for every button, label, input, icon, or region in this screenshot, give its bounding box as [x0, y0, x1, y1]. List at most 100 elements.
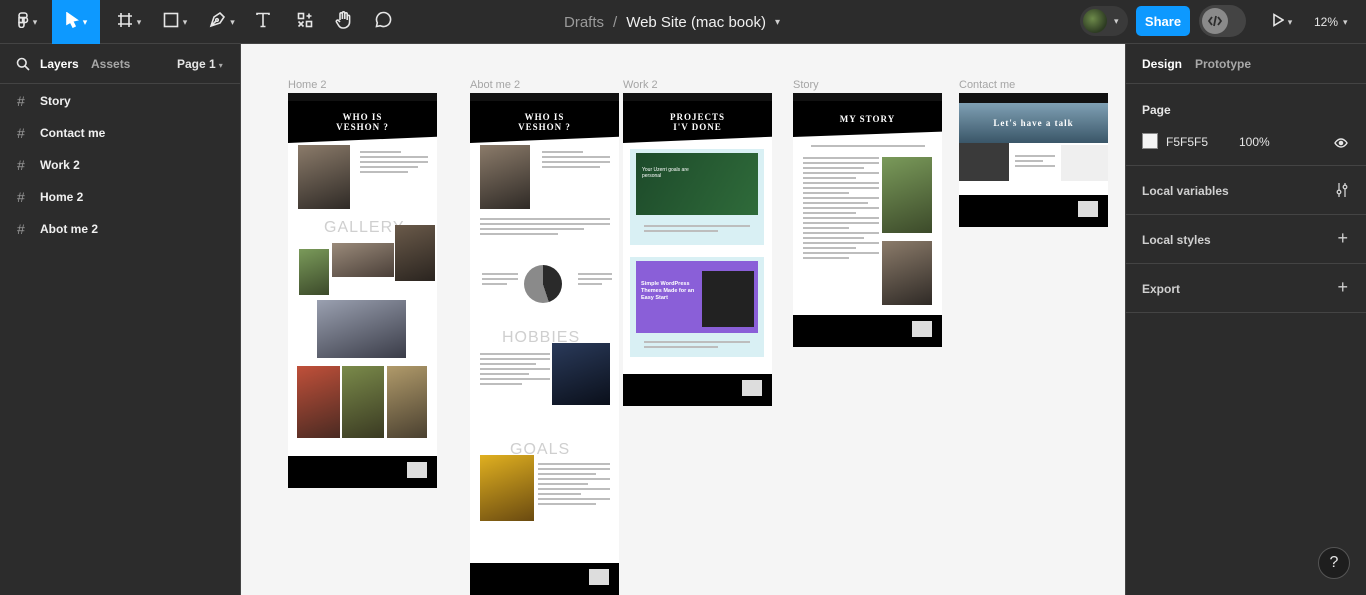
profile-photo	[298, 145, 350, 209]
layer-item-abot-me-2[interactable]: # Abot me 2	[0, 213, 240, 245]
footer-logo	[589, 569, 609, 585]
chevron-down-icon: ▾	[1343, 16, 1348, 27]
footer	[959, 195, 1108, 227]
chevron-down-icon: ▾	[1114, 15, 1119, 26]
footer	[623, 374, 772, 406]
search-icon[interactable]	[16, 57, 30, 76]
project-2-heading: Simple WordPress Themes Made for an Easy…	[641, 281, 695, 301]
page-color-swatch[interactable]	[1142, 133, 1158, 149]
layer-name: Abot me 2	[40, 222, 99, 236]
footer	[288, 456, 437, 488]
skills-text	[578, 273, 612, 288]
footer	[470, 563, 619, 595]
hero-banner: WHO IS VESHON ?	[288, 101, 437, 143]
layer-item-home-2[interactable]: # Home 2	[0, 181, 240, 213]
frame-story[interactable]: MY STORY	[793, 93, 942, 347]
frame-icon: #	[17, 125, 25, 141]
layer-item-story[interactable]: # Story	[0, 85, 240, 117]
play-icon	[1272, 12, 1285, 32]
page-opacity-value[interactable]: 100%	[1239, 135, 1270, 149]
chevron-down-icon: ▾	[1287, 16, 1293, 27]
frame-contact-me[interactable]: Let's have a talk	[959, 93, 1108, 227]
frame-abot-me-2[interactable]: WHO IS VESHON ? HOBBIES GOALS	[470, 93, 619, 595]
panel-tabs: Layers Assets Page 1 ▾	[0, 44, 240, 84]
info-columns	[480, 218, 610, 238]
layer-name: Work 2	[40, 158, 80, 172]
meet-us-text	[1015, 155, 1055, 170]
add-style-icon[interactable]: +	[1337, 229, 1348, 247]
canvas[interactable]: Home 2 WHO IS VESHON ? GALLERY Abot me 2…	[241, 44, 1125, 595]
zoom-control[interactable]: 12% ▾	[1314, 0, 1348, 44]
user-avatar-button[interactable]: ▾	[1080, 6, 1128, 36]
resources-icon	[297, 12, 313, 33]
frame-label-abot-me-2[interactable]: Abot me 2	[470, 79, 520, 91]
layer-name: Story	[40, 94, 71, 108]
story-photo	[882, 157, 932, 233]
layer-item-contact-me[interactable]: # Contact me	[0, 117, 240, 149]
help-button[interactable]: ?	[1318, 547, 1350, 579]
tab-layers[interactable]: Layers	[40, 57, 79, 71]
project-2-mockup	[702, 271, 754, 327]
avatar	[1083, 9, 1107, 33]
project-2-caption	[644, 341, 750, 351]
tab-prototype[interactable]: Prototype	[1195, 57, 1251, 71]
frame-label-story[interactable]: Story	[793, 79, 819, 91]
gallery-photo	[297, 366, 340, 438]
tab-assets[interactable]: Assets	[91, 57, 130, 71]
contact-photo	[959, 143, 1009, 181]
chevron-down-icon: ▾	[136, 16, 142, 27]
hand-tool-icon	[335, 10, 352, 34]
breadcrumb-drafts[interactable]: Drafts	[564, 14, 604, 31]
story-text	[803, 157, 879, 262]
export-section[interactable]: Export +	[1126, 264, 1366, 313]
shape-tool-button[interactable]: ▾	[158, 0, 192, 44]
chevron-down-icon[interactable]: ▾	[775, 17, 780, 28]
hero-title: PROJECTS I'V DONE	[669, 111, 725, 132]
project-card-1: Your Uzerri goals are personal	[630, 149, 764, 245]
file-title[interactable]: Drafts / Web Site (mac book) ▾	[564, 0, 780, 44]
frame-label-work-2[interactable]: Work 2	[623, 79, 658, 91]
hand-tool-button[interactable]	[332, 0, 354, 44]
pen-tool-button[interactable]: ▾	[204, 0, 240, 44]
move-tool-button[interactable]: ▾	[52, 0, 100, 44]
story-photo	[882, 241, 932, 305]
eye-icon[interactable]	[1334, 135, 1348, 153]
hero-banner: WHO IS VESHON ?	[470, 101, 619, 143]
add-export-icon[interactable]: +	[1337, 278, 1348, 296]
figma-menu-button[interactable]: ▾	[12, 0, 42, 44]
text-tool-button[interactable]	[252, 0, 274, 44]
chevron-down-icon: ▾	[218, 61, 223, 70]
nav-bar	[959, 93, 1108, 103]
present-button[interactable]: ▾	[1266, 0, 1298, 44]
layers-panel: Layers Assets Page 1 ▾ # Story # Contact …	[0, 44, 241, 595]
local-styles-label: Local styles	[1142, 233, 1211, 247]
hero-banner: MY STORY	[793, 101, 942, 137]
comment-tool-button[interactable]	[372, 0, 394, 44]
frame-work-2[interactable]: PROJECTS I'V DONE Your Uzerri goals are …	[623, 93, 772, 406]
layer-item-work-2[interactable]: # Work 2	[0, 149, 240, 181]
frame-label-home-2[interactable]: Home 2	[288, 79, 327, 91]
page-color-value[interactable]: F5F5F5	[1166, 135, 1208, 149]
frame-icon: #	[17, 157, 25, 173]
intro-text	[360, 151, 428, 176]
frame-home-2[interactable]: WHO IS VESHON ? GALLERY	[288, 93, 437, 488]
pen-tool-icon	[209, 11, 226, 33]
frame-icon: #	[17, 189, 25, 205]
page-selector[interactable]: Page 1 ▾	[177, 57, 223, 71]
frame-icon: #	[17, 93, 25, 109]
frame-tool-button[interactable]: ▾	[112, 0, 146, 44]
resources-button[interactable]	[294, 0, 316, 44]
footer-logo	[912, 321, 932, 337]
page-selector-label: Page 1	[177, 57, 216, 71]
profile-photo	[480, 145, 530, 209]
local-styles-section[interactable]: Local styles +	[1126, 215, 1366, 264]
variables-icon[interactable]	[1336, 182, 1348, 203]
frame-label-contact-me[interactable]: Contact me	[959, 79, 1015, 91]
share-button[interactable]: Share	[1136, 6, 1190, 36]
local-variables-section[interactable]: Local variables	[1126, 166, 1366, 215]
gallery-photo	[342, 366, 384, 438]
file-name[interactable]: Web Site (mac book)	[626, 14, 766, 31]
tab-design[interactable]: Design	[1142, 57, 1182, 71]
project-screenshot-1: Your Uzerri goals are personal	[636, 153, 758, 215]
dev-mode-toggle[interactable]	[1199, 5, 1246, 37]
